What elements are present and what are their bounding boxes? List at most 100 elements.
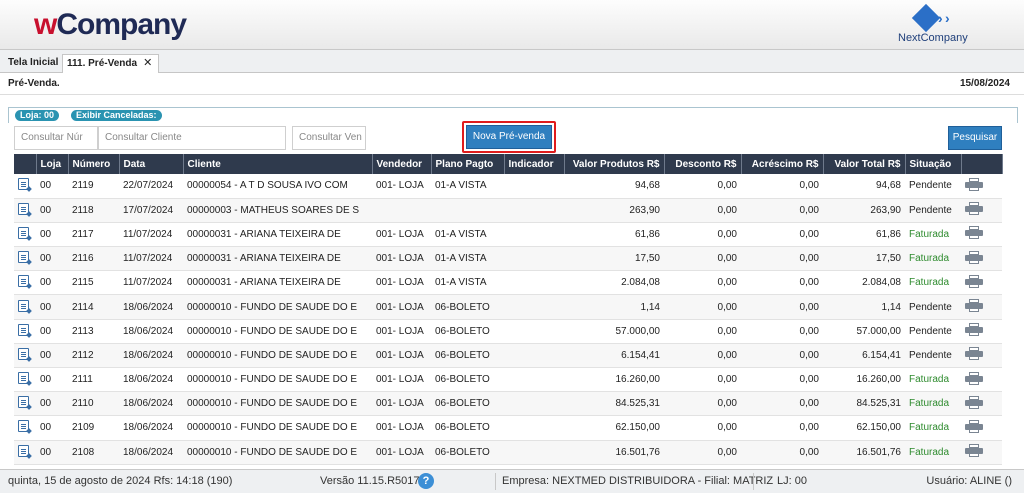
edit-document-icon[interactable] — [18, 251, 29, 264]
printer-icon[interactable] — [965, 371, 983, 385]
edit-cell[interactable] — [14, 391, 36, 417]
col-plano[interactable]: Plano Pagto — [431, 154, 505, 174]
print-cell[interactable] — [961, 198, 1002, 223]
edit-cell[interactable] — [14, 246, 36, 272]
table-row[interactable]: 00 2115 11/07/2024 00000031 - ARIANA TEIXEI… — [14, 270, 1002, 296]
edit-document-icon[interactable] — [18, 202, 29, 215]
printer-icon[interactable] — [965, 419, 983, 433]
edit-document-icon[interactable] — [18, 178, 29, 191]
close-icon[interactable]: ✕ — [143, 57, 152, 69]
col-numero[interactable]: Número — [68, 154, 120, 174]
cell-valor-total: 6.154,41 — [823, 343, 905, 369]
table-row[interactable]: 00 2109 18/06/2024 00000010 - FUNDO DE SAUD… — [14, 415, 1002, 441]
pesquisar-button[interactable]: Pesquisar — [948, 126, 1002, 150]
col-indicador[interactable]: Indicador — [504, 154, 565, 174]
edit-document-icon[interactable] — [18, 396, 29, 409]
search-cliente-input[interactable]: Consultar Cliente — [98, 126, 286, 150]
col-valor-total[interactable]: Valor Total R$ — [823, 154, 906, 174]
printer-icon[interactable] — [965, 323, 983, 337]
col-valor-produtos[interactable]: Valor Produtos R$ — [564, 154, 665, 174]
printer-icon[interactable] — [965, 299, 983, 313]
cell-data: 18/06/2024 — [119, 343, 183, 369]
edit-document-icon[interactable] — [18, 372, 29, 385]
edit-document-icon[interactable] — [18, 275, 29, 288]
table-row[interactable]: 00 2110 18/06/2024 00000010 - FUNDO DE SAUD… — [14, 391, 1002, 417]
print-cell[interactable] — [961, 246, 1002, 272]
col-desconto[interactable]: Desconto R$ — [664, 154, 742, 174]
cell-data: 18/06/2024 — [119, 367, 183, 393]
col-data[interactable]: Data — [119, 154, 184, 174]
edit-cell[interactable] — [14, 319, 36, 344]
print-cell[interactable] — [961, 343, 1002, 369]
status-bar: quinta, 15 de agosto de 2024 Rfs: 14:18 … — [0, 469, 1024, 493]
edit-cell[interactable] — [14, 343, 36, 369]
col-acrescimo[interactable]: Acréscimo R$ — [741, 154, 824, 174]
nova-pre-venda-button[interactable]: Nova Pré-venda — [466, 125, 552, 149]
exibir-canceladas-badge[interactable]: Exibir Canceladas: — [71, 110, 162, 121]
cell-numero: 2117 — [68, 222, 119, 248]
table-row[interactable]: 00 2111 18/06/2024 00000010 - FUNDO DE SAUD… — [14, 367, 1002, 393]
printer-icon[interactable] — [965, 274, 983, 288]
printer-icon[interactable] — [965, 226, 983, 240]
table-row[interactable]: 00 2112 18/06/2024 00000010 - FUNDO DE SAUD… — [14, 343, 1002, 369]
table-row[interactable]: 00 2116 11/07/2024 00000031 - ARIANA TEIXEI… — [14, 246, 1002, 272]
print-cell[interactable] — [961, 270, 1002, 296]
printer-icon[interactable] — [965, 202, 983, 216]
loja-badge[interactable]: Loja: 00 — [15, 110, 60, 121]
edit-document-icon[interactable] — [18, 347, 29, 360]
search-numero-input[interactable]: Consultar Núr — [14, 126, 98, 150]
table-row[interactable]: 00 2114 18/06/2024 00000010 - FUNDO DE SAUD… — [14, 294, 1002, 320]
edit-cell[interactable] — [14, 270, 36, 296]
cell-situacao: Faturada — [905, 246, 961, 272]
print-cell[interactable] — [961, 391, 1002, 417]
table-row[interactable]: 00 2119 22/07/2024 00000054 - A T D SOUSA I… — [14, 174, 1002, 199]
chevron-right-icon: › — [945, 10, 950, 26]
edit-document-icon[interactable] — [18, 444, 29, 457]
print-cell[interactable] — [961, 294, 1002, 320]
cell-numero: 2116 — [68, 246, 119, 272]
edit-cell[interactable] — [14, 367, 36, 393]
printer-icon[interactable] — [965, 347, 983, 361]
edit-document-icon[interactable] — [18, 420, 29, 433]
cell-cliente: 00000031 - ARIANA TEIXEIRA DE — [183, 270, 372, 296]
col-vendedor[interactable]: Vendedor — [372, 154, 432, 174]
edit-cell[interactable] — [14, 222, 36, 248]
help-icon[interactable]: ? — [418, 473, 434, 489]
printer-icon[interactable] — [965, 250, 983, 264]
edit-cell[interactable] — [14, 198, 36, 223]
edit-cell[interactable] — [14, 415, 36, 441]
table-row[interactable]: 00 2117 11/07/2024 00000031 - ARIANA TEIXEI… — [14, 222, 1002, 248]
printer-icon[interactable] — [965, 177, 983, 191]
edit-document-icon[interactable] — [18, 323, 29, 336]
print-cell[interactable] — [961, 319, 1002, 344]
search-vendedor-input[interactable]: Consultar Ven — [292, 126, 366, 150]
cell-numero: 2112 — [68, 343, 119, 369]
table-row[interactable]: 00 2108 18/06/2024 00000010 - FUNDO DE SAUD… — [14, 440, 1002, 465]
cell-valor-total: 62.150,00 — [823, 415, 905, 441]
cell-plano: 01-A VISTA — [431, 222, 504, 248]
print-cell[interactable] — [961, 174, 1002, 199]
col-loja[interactable]: Loja — [36, 154, 69, 174]
print-cell[interactable] — [961, 415, 1002, 441]
table-row[interactable]: 00 2113 18/06/2024 00000010 - FUNDO DE SAUD… — [14, 319, 1002, 344]
print-cell[interactable] — [961, 367, 1002, 393]
tab-tela-inicial[interactable]: Tela Inicial — [4, 54, 64, 73]
edit-cell[interactable] — [14, 174, 36, 199]
print-cell[interactable] — [961, 440, 1002, 465]
col-situacao[interactable]: Situação — [905, 154, 962, 174]
tab-pre-venda[interactable]: 111. Pré-Venda ✕ — [62, 54, 160, 73]
print-cell[interactable] — [961, 222, 1002, 248]
edit-document-icon[interactable] — [18, 299, 29, 312]
cell-desconto: 0,00 — [664, 415, 741, 441]
cell-valor-total: 263,90 — [823, 198, 905, 223]
edit-cell[interactable] — [14, 440, 36, 465]
cell-indicador — [504, 319, 564, 344]
col-cliente[interactable]: Cliente — [183, 154, 373, 174]
cell-situacao: Faturada — [905, 222, 961, 248]
edit-cell[interactable] — [14, 294, 36, 320]
cell-desconto: 0,00 — [664, 367, 741, 393]
table-row[interactable]: 00 2118 17/07/2024 00000003 - MATHEUS SOARE… — [14, 198, 1002, 223]
printer-icon[interactable] — [965, 444, 983, 458]
edit-document-icon[interactable] — [18, 226, 29, 239]
printer-icon[interactable] — [965, 395, 983, 409]
